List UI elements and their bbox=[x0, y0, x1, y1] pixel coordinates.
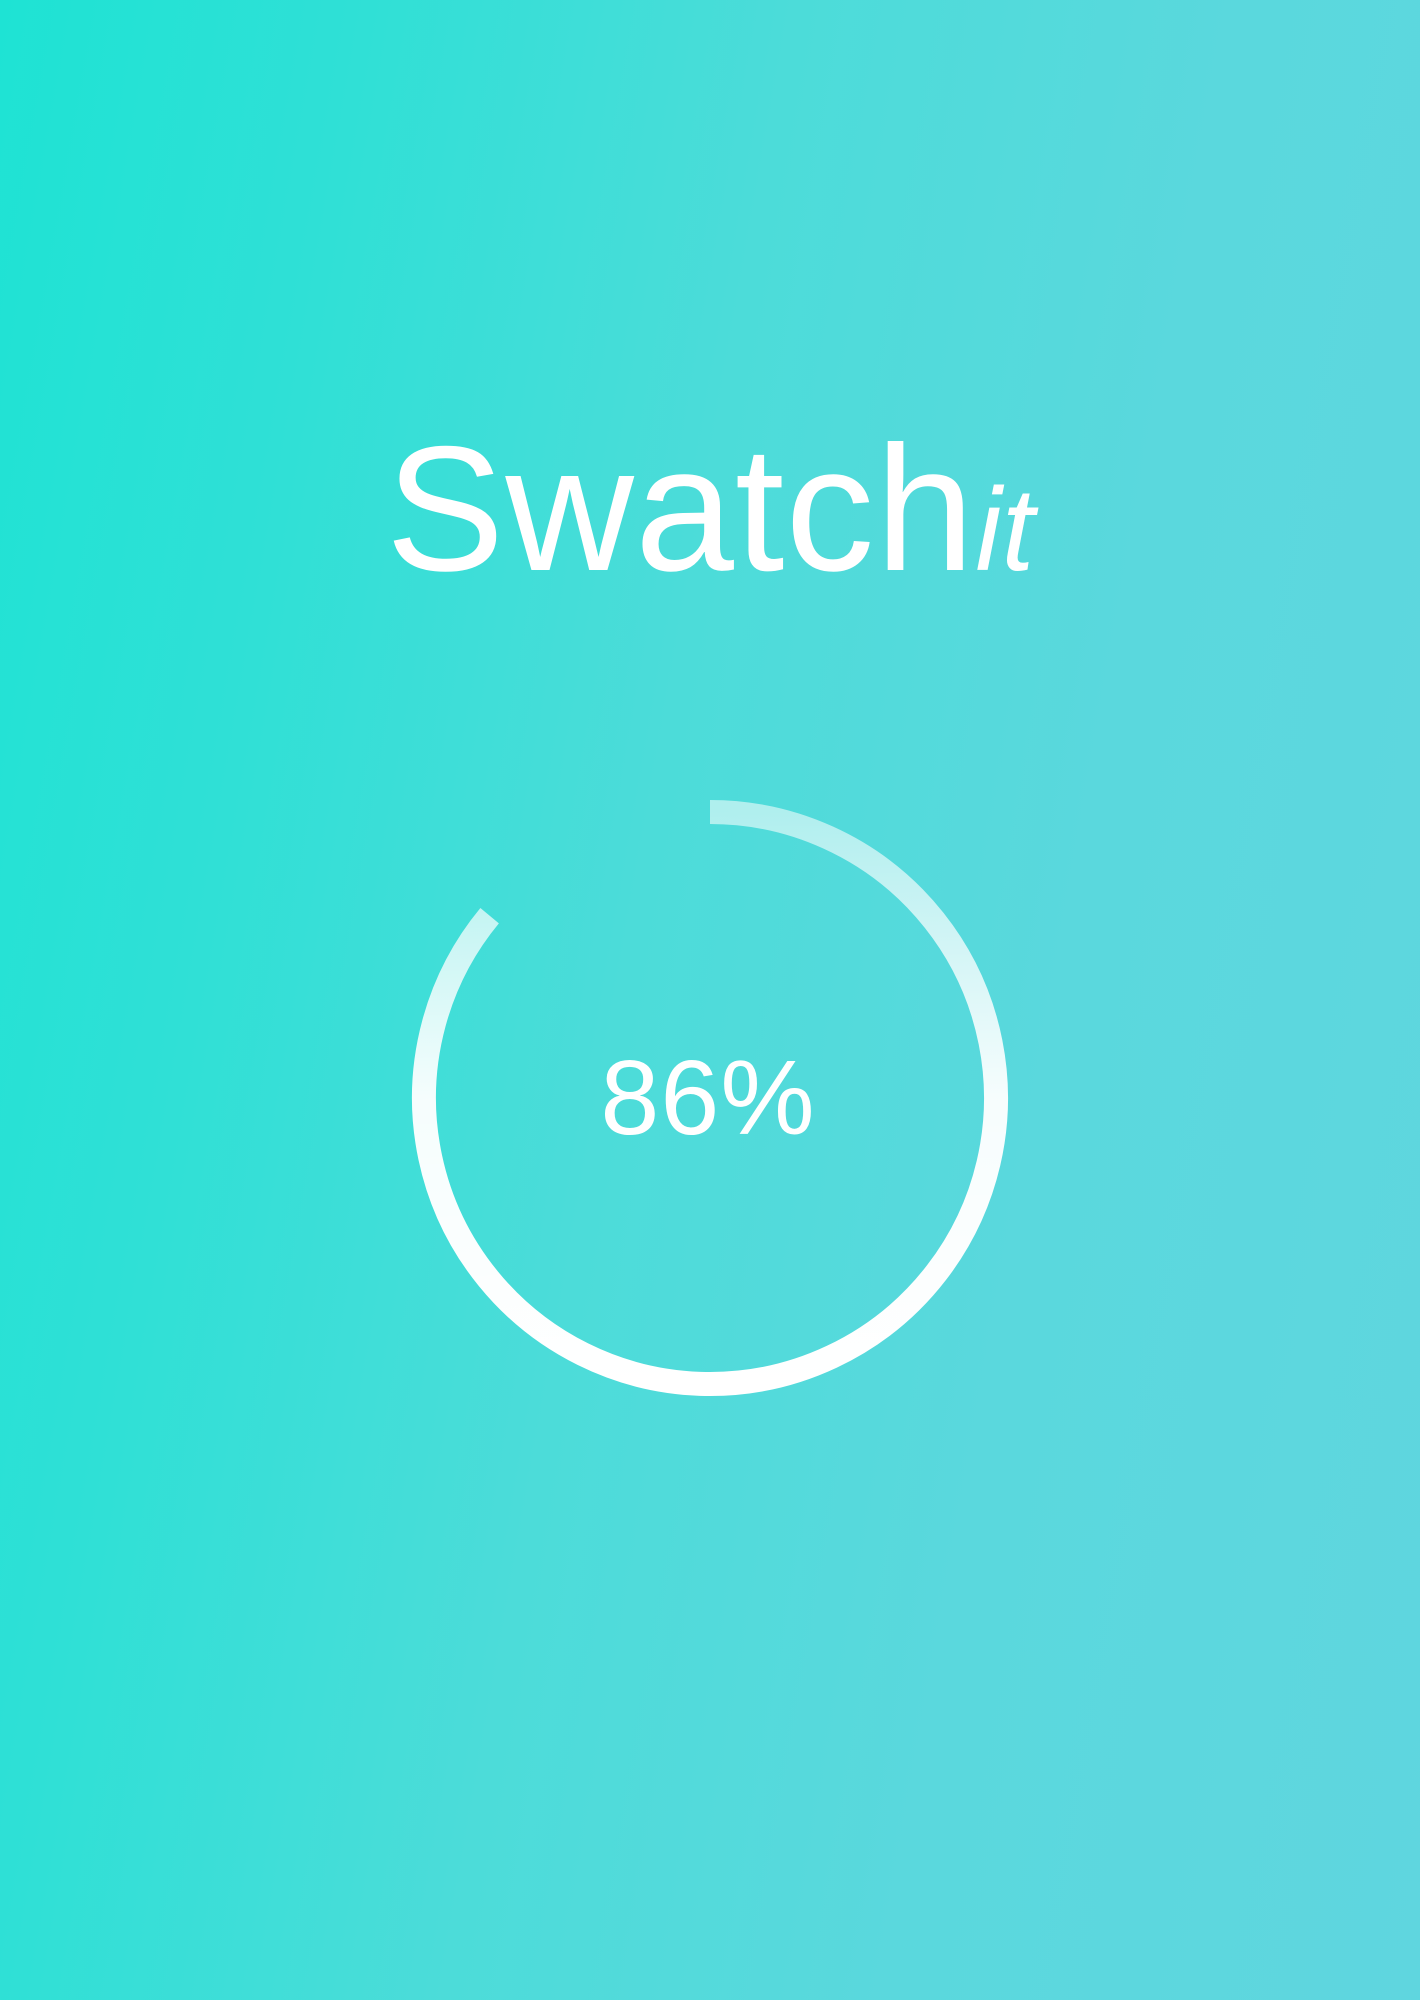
loading-screen: Swatchit 86% bbox=[0, 0, 1420, 2000]
progress-indicator: 86% bbox=[410, 798, 1010, 1398]
logo-suffix: it bbox=[975, 464, 1035, 596]
app-logo: Swatchit bbox=[0, 420, 1420, 598]
progress-percentage: 86% bbox=[600, 1038, 816, 1157]
logo-wordmark: Swatch bbox=[385, 409, 976, 608]
